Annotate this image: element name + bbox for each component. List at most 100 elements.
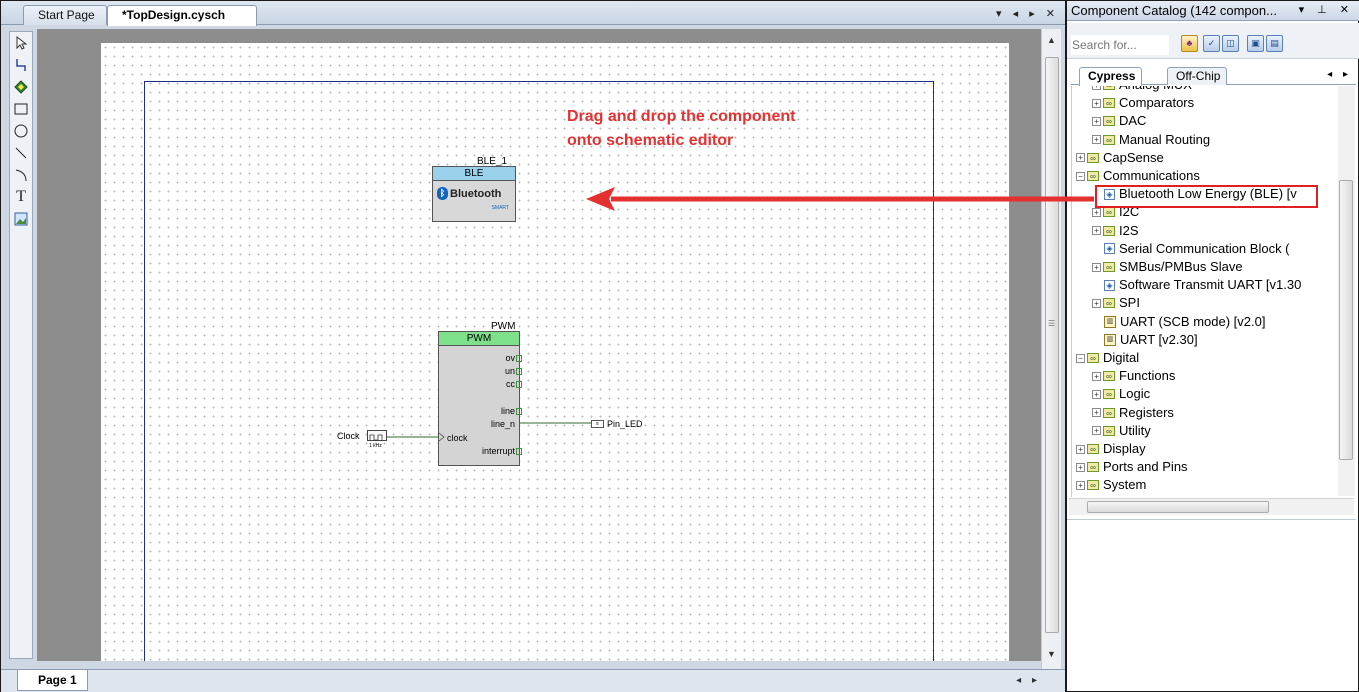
- tree-item[interactable]: + ∞ Ports and Pins: [1076, 458, 1188, 476]
- scroll-thumb[interactable]: [1339, 180, 1353, 460]
- clock-label: Clock: [337, 431, 360, 441]
- tree-item[interactable]: ▥ UART (SCB mode) [v2.0]: [1104, 313, 1265, 331]
- expand-icon[interactable]: +: [1076, 153, 1085, 163]
- tree-item-label: UART (SCB mode) [v2.0]: [1120, 313, 1266, 329]
- tree-item[interactable]: ◈ Serial Communication Block (: [1104, 240, 1290, 258]
- tab-page-1[interactable]: Page 1: [17, 670, 88, 691]
- catalog-vertical-scrollbar[interactable]: [1338, 86, 1355, 496]
- import-icon[interactable]: ▣: [1247, 35, 1264, 52]
- find-icon[interactable]: ♣: [1181, 35, 1198, 52]
- tree-item-label: UART [v2.30]: [1120, 331, 1198, 347]
- expand-icon[interactable]: +: [1092, 426, 1101, 436]
- select-pointer-icon[interactable]: [12, 34, 30, 52]
- arc-tool-icon[interactable]: [12, 166, 30, 184]
- expand-icon[interactable]: +: [1076, 480, 1085, 490]
- tree-item[interactable]: + ∞ Registers: [1092, 404, 1174, 422]
- pin-label: interrupt: [481, 446, 515, 456]
- tree-item[interactable]: + ∞ DAC: [1092, 112, 1146, 130]
- folder-icon: ∞: [1103, 298, 1115, 309]
- tree-item[interactable]: + ∞ I2S: [1092, 222, 1139, 240]
- ble-component[interactable]: BLE ᛒ Bluetooth SMART: [432, 166, 516, 222]
- tree-item[interactable]: + ∞ Functions: [1092, 367, 1175, 385]
- catalog-search-input[interactable]: [1071, 35, 1169, 55]
- folder-icon: ∞: [1103, 262, 1115, 272]
- tree-item[interactable]: + ∞ SPI: [1092, 294, 1140, 312]
- wire-tool-icon[interactable]: [12, 56, 30, 74]
- catalog-tab-nav[interactable]: ◂ ▸: [1327, 69, 1352, 80]
- tree-item[interactable]: + ∞ Manual Routing: [1092, 131, 1210, 149]
- tab-start-page[interactable]: Start Page: [23, 5, 107, 25]
- expand-icon[interactable]: +: [1092, 98, 1101, 108]
- catalog-window-controls[interactable]: ▾ ⊥ ✕: [1299, 3, 1354, 16]
- folder-icon: ∞: [1103, 86, 1115, 90]
- folder-icon: ∞: [1103, 371, 1115, 382]
- scroll-up-icon[interactable]: ▲: [1047, 35, 1056, 45]
- tab-topdesign[interactable]: *TopDesign.cysch: [107, 5, 257, 26]
- tree-item[interactable]: + ∞ CapSense: [1076, 149, 1164, 167]
- image-tool-icon[interactable]: [12, 210, 30, 228]
- pwm-pin-line[interactable]: line: [500, 406, 522, 416]
- export-icon[interactable]: ▤: [1266, 35, 1283, 52]
- pwm-pin-ov[interactable]: ov: [505, 353, 522, 363]
- tree-item[interactable]: ◈ Software Transmit UART [v1.30: [1104, 276, 1301, 294]
- pwm-pin-interrupt[interactable]: interrupt: [481, 446, 522, 456]
- tree-item[interactable]: − ∞ Digital: [1076, 349, 1139, 367]
- folder-icon: ∞: [1103, 407, 1115, 418]
- folder-icon: ∞: [1087, 444, 1099, 454]
- scroll-down-icon[interactable]: ▼: [1047, 649, 1056, 659]
- scroll-thumb[interactable]: [1045, 57, 1059, 633]
- tree-item[interactable]: − ∞ Communications: [1076, 167, 1200, 185]
- tab-off-chip[interactable]: Off-Chip: [1167, 67, 1228, 85]
- expand-icon[interactable]: +: [1076, 444, 1085, 454]
- pin-label: line: [500, 406, 515, 416]
- expand-icon[interactable]: +: [1092, 207, 1101, 217]
- expand-icon[interactable]: +: [1092, 226, 1101, 236]
- pwm-component[interactable]: PWM ov un cc line line_n interrupt clock: [438, 331, 522, 466]
- expand-icon[interactable]: +: [1092, 298, 1101, 308]
- expand-icon[interactable]: +: [1092, 262, 1101, 272]
- bluetooth-logo-text: Bluetooth: [450, 187, 502, 200]
- scroll-thumb[interactable]: [1087, 501, 1269, 513]
- pin-terminal: [516, 381, 522, 388]
- expand-icon[interactable]: +: [1092, 135, 1101, 145]
- text-tool-icon[interactable]: T: [12, 188, 30, 206]
- expand-icon[interactable]: +: [1092, 389, 1101, 399]
- tree-item[interactable]: ▥ UART [v2.30]: [1104, 331, 1198, 349]
- tree-item[interactable]: + ∞ Logic: [1092, 385, 1150, 403]
- collapse-icon[interactable]: −: [1076, 171, 1085, 181]
- pwm-pin-clock[interactable]: clock: [447, 433, 468, 443]
- catalog-horizontal-scrollbar[interactable]: [1069, 498, 1354, 515]
- filter-check-icon[interactable]: ✓: [1203, 35, 1220, 52]
- line-tool-icon[interactable]: [12, 144, 30, 162]
- tree-item[interactable]: + ∞ Comparators: [1092, 94, 1194, 112]
- tree-item[interactable]: +∞ Analog MUX: [1092, 86, 1192, 94]
- ellipse-tool-icon[interactable]: [12, 122, 30, 140]
- clock-frequency: 1 kHz: [369, 443, 382, 449]
- filter-book-icon[interactable]: ◫: [1222, 35, 1239, 52]
- page-tab-nav[interactable]: ◂ ▸: [1016, 675, 1041, 686]
- tree-item[interactable]: + ∞ SMBus/PMBus Slave: [1092, 258, 1243, 276]
- expand-icon[interactable]: +: [1092, 86, 1101, 90]
- pin-label: ov: [505, 353, 515, 363]
- expand-icon[interactable]: +: [1092, 116, 1101, 126]
- tree-item[interactable]: + ∞ System: [1076, 476, 1146, 494]
- clock-component[interactable]: [367, 430, 387, 441]
- tab-cypress[interactable]: Cypress: [1079, 67, 1143, 86]
- pwm-pin-un[interactable]: un: [505, 366, 522, 376]
- rectangle-tool-icon[interactable]: [12, 100, 30, 118]
- document-tab-controls[interactable]: ▾ ◂ ▸ ✕: [996, 7, 1059, 20]
- expand-icon[interactable]: +: [1092, 371, 1101, 381]
- tree-item-label: Digital: [1103, 350, 1140, 365]
- pwm-pin-cc[interactable]: cc: [506, 379, 522, 389]
- expand-icon[interactable]: +: [1076, 462, 1085, 472]
- annotation-line-2: onto schematic editor: [567, 132, 734, 149]
- tree-item-label: SPI: [1119, 295, 1140, 311]
- digital-pin-component[interactable]: ≡: [591, 420, 604, 428]
- tree-item[interactable]: + ∞ Utility: [1092, 422, 1151, 440]
- component-tool-icon[interactable]: [12, 78, 30, 96]
- tree-item[interactable]: + ∞ Display: [1076, 440, 1146, 458]
- editor-vertical-scrollbar[interactable]: ▲ ☰ ▼: [1041, 29, 1061, 669]
- collapse-icon[interactable]: −: [1076, 353, 1085, 363]
- pwm-pin-line-n[interactable]: line_n: [491, 419, 515, 429]
- expand-icon[interactable]: +: [1092, 408, 1101, 418]
